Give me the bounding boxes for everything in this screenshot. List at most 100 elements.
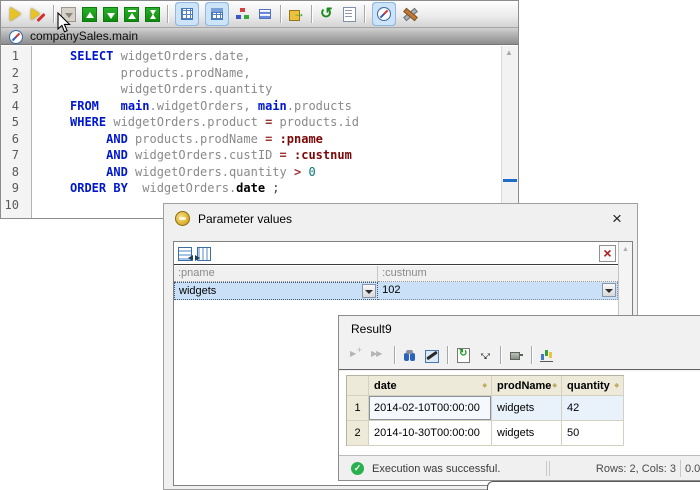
column-header[interactable]: quantity ◆ <box>562 376 624 396</box>
dropdown-arrow-icon[interactable] <box>602 283 616 297</box>
result-toolbar <box>339 340 700 370</box>
nav-up-icon[interactable] <box>82 7 97 22</box>
editor-scrollbar[interactable]: ▲ <box>501 46 518 218</box>
parameter-panel-toolbar <box>174 242 618 265</box>
mouse-cursor <box>57 12 72 34</box>
column-header-label: date <box>374 380 397 392</box>
result-window-title[interactable]: Result9 <box>339 316 700 340</box>
result-grid-area: date◆prodName◆quantity◆12014-02-10T00:00… <box>339 371 700 455</box>
line-number: 8 <box>1 164 19 181</box>
code-line: ORDER BY widgetOrders.date ; <box>70 180 501 197</box>
param-value-text: 102 <box>382 284 400 296</box>
toolbar-separator <box>394 346 395 364</box>
toolbar-separator <box>531 346 532 364</box>
step-plus-icon[interactable] <box>349 347 365 363</box>
param-grid-left-icon[interactable] <box>177 245 193 262</box>
sql-editor-toolbar <box>1 1 518 28</box>
chart-icon[interactable] <box>539 347 555 363</box>
table-row[interactable]: 12014-02-10T00:00:00widgets42 <box>347 396 624 421</box>
dropdown-arrow-icon[interactable] <box>362 284 376 298</box>
success-check-icon: ✓ <box>351 462 364 475</box>
parameters-icon <box>175 211 190 226</box>
run-edit-icon[interactable] <box>30 6 46 22</box>
expand-icon[interactable] <box>477 347 493 363</box>
status-rows-cols: Rows: 2, Cols: 3 <box>596 463 676 475</box>
code-line: widgetOrders.quantity <box>70 81 501 98</box>
sql-editor-body[interactable]: 12345678910 SELECT widgetOrders.date, pr… <box>1 46 518 218</box>
line-number: 3 <box>1 81 19 98</box>
data-cell[interactable]: widgets <box>492 396 562 421</box>
sql-code-area[interactable]: SELECT widgetOrders.date, products.prodN… <box>32 46 501 218</box>
data-cell[interactable]: 2014-02-10T00:00:00 <box>369 396 492 421</box>
code-line: SELECT widgetOrders.date, <box>70 48 501 65</box>
sort-icon[interactable]: ◆ <box>482 382 487 389</box>
parameter-header-row: :pname:custnum <box>174 266 618 282</box>
line-number: 4 <box>1 98 19 115</box>
view-form-icon[interactable] <box>209 6 225 22</box>
code-line: AND products.prodName = :pname <box>70 131 501 148</box>
data-cell[interactable]: 2014-10-30T00:00:00 <box>369 421 492 446</box>
sort-icon[interactable]: ◆ <box>614 382 619 389</box>
parameter-value-row: widgets 102 <box>174 282 618 300</box>
param-value-cell[interactable]: 102 <box>378 282 618 300</box>
row-number-cell[interactable]: 1 <box>347 396 369 421</box>
line-number: 2 <box>1 65 19 82</box>
show-options-icon[interactable] <box>341 6 357 22</box>
compass-icon[interactable] <box>376 6 392 22</box>
scrollbar-position-marker <box>503 179 517 182</box>
code-line: FROM main.widgetOrders, main.products <box>70 98 501 115</box>
sort-icon[interactable]: ◆ <box>552 382 557 389</box>
code-line: AND widgetOrders.quantity > 0 <box>70 164 501 181</box>
result-grid: date◆prodName◆quantity◆12014-02-10T00:00… <box>346 375 624 446</box>
nav-down-icon[interactable] <box>103 7 118 22</box>
scrollbar-up-icon[interactable]: ▲ <box>622 246 629 253</box>
param-grid-right-icon[interactable] <box>195 245 211 262</box>
param-column-header: :custnum <box>378 266 618 282</box>
toolbar-separator <box>447 346 448 364</box>
data-cell[interactable]: 50 <box>562 421 624 446</box>
undo-icon[interactable] <box>319 6 335 22</box>
column-header[interactable]: date ◆ <box>369 376 492 396</box>
table-row[interactable]: 22014-10-30T00:00:00widgets50 <box>347 421 624 446</box>
view-group-icon[interactable] <box>235 6 251 22</box>
background-tab-edge <box>487 481 700 490</box>
column-header[interactable]: prodName◆ <box>492 376 562 396</box>
find-icon[interactable] <box>402 347 418 363</box>
column-header-label: prodName <box>497 380 551 392</box>
refresh-icon[interactable] <box>455 347 471 363</box>
line-number: 1 <box>1 48 19 65</box>
data-cell[interactable]: 42 <box>562 396 624 421</box>
scrollbar-up-icon[interactable]: ▲ <box>505 48 513 57</box>
export-icon[interactable] <box>288 6 304 22</box>
toolbar-separator <box>364 5 365 23</box>
compass-icon <box>8 29 22 44</box>
line-number: 9 <box>1 180 19 197</box>
row-number-cell[interactable]: 2 <box>347 421 369 446</box>
code-line: products.prodName, <box>70 65 501 82</box>
sql-tools-icon[interactable] <box>402 6 418 22</box>
line-number: 6 <box>1 131 19 148</box>
close-icon[interactable]: × <box>606 208 628 230</box>
view-grid-icon[interactable] <box>179 6 195 22</box>
toolbar-separator <box>500 346 501 364</box>
sql-editor-tab-bar[interactable]: companySales.main <box>1 28 518 45</box>
result-status-bar: ✓ Execution was successful. Rows: 2, Col… <box>339 455 700 480</box>
run-icon[interactable] <box>8 6 24 22</box>
edit-cell-icon[interactable] <box>424 347 440 363</box>
data-cell[interactable]: widgets <box>492 421 562 446</box>
nav-top-icon[interactable] <box>124 7 139 22</box>
toolbar-separator <box>280 5 281 23</box>
toolbar-separator <box>167 5 168 23</box>
status-separator <box>546 461 547 476</box>
code-line: WHERE widgetOrders.product = products.id <box>70 114 501 131</box>
pin-icon[interactable] <box>508 347 524 363</box>
view-rows-icon[interactable] <box>257 6 273 22</box>
delete-values-icon[interactable]: × <box>599 245 616 262</box>
step-double-icon[interactable] <box>371 347 387 363</box>
nav-all-icon[interactable] <box>145 7 160 22</box>
line-number: 7 <box>1 147 19 164</box>
param-value-cell[interactable]: widgets <box>174 282 378 300</box>
status-message: Execution was successful. <box>372 463 500 475</box>
column-header-label: quantity <box>567 380 610 392</box>
toolbar-separator <box>53 5 54 23</box>
